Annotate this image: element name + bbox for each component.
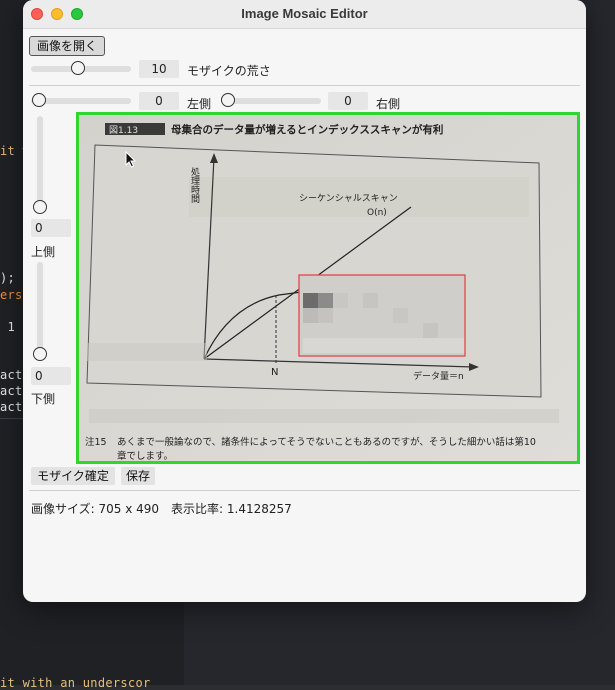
bottom-slider-track[interactable] — [37, 262, 43, 356]
bottom-value-field[interactable]: 0 — [31, 367, 71, 385]
page-photo: 図1.13 母集合のデータ量が増えるとインデックススキャンが有利 処理時間 シー… — [79, 115, 577, 461]
mosaic-slider-knob[interactable] — [71, 61, 85, 75]
figure-tag: 図1.13 — [109, 125, 138, 136]
save-button[interactable]: 保存 — [121, 467, 155, 485]
mosaic-area — [299, 275, 465, 356]
footnote-tag: 注15 — [85, 436, 107, 448]
divider — [29, 85, 580, 86]
y-axis-label: 処理時間 — [189, 166, 200, 204]
top-label: 上側 — [31, 245, 56, 259]
mosaic-label: モザイクの荒さ — [187, 64, 271, 78]
x-axis-label: データ量＝n — [413, 370, 464, 382]
image-canvas[interactable]: 図1.13 母集合のデータ量が増えるとインデックススキャンが有利 処理時間 シー… — [76, 112, 580, 464]
curve-label: シーケンシャルスキャン — [299, 193, 398, 204]
code-line: act — [0, 400, 23, 414]
left-value-field[interactable]: 0 — [139, 92, 179, 110]
left-slider-knob[interactable] — [32, 93, 46, 107]
top-value-field[interactable]: 0 — [31, 219, 71, 237]
window-title: Image Mosaic Editor — [241, 6, 368, 21]
open-image-button[interactable]: 画像を開く — [29, 36, 105, 56]
left-slider-track[interactable] — [31, 98, 131, 104]
bottom-slider-knob[interactable] — [33, 347, 47, 361]
top-slider-track[interactable] — [37, 116, 43, 210]
status-text: 画像サイズ: 705 x 490 表示比率: 1.4128257 — [31, 502, 292, 516]
title-bar[interactable]: Image Mosaic Editor — [23, 0, 586, 29]
x-mark: N — [271, 367, 278, 378]
code-line: act — [0, 368, 23, 382]
right-value-field[interactable]: 0 — [328, 92, 368, 110]
mosaic-value-field[interactable]: 10 — [139, 60, 179, 78]
app-window: Image Mosaic Editor 画像を開く 10 モザイクの荒さ 0 左… — [23, 0, 586, 602]
divider — [29, 490, 580, 491]
right-slider-knob[interactable] — [221, 93, 235, 107]
curve-sub: O(n) — [367, 208, 387, 218]
right-slider-track[interactable] — [221, 98, 321, 104]
code-line: it with an underscor — [0, 676, 151, 690]
right-label: 右側 — [376, 97, 401, 111]
left-label: 左側 — [187, 97, 212, 111]
footnote: あくまで一般論なので、諸条件によってそうでないこともあるのですが、そうした細かい… — [117, 436, 536, 448]
bottom-label: 下側 — [31, 392, 56, 406]
code-line: act — [0, 384, 23, 398]
mouse-cursor-icon — [125, 151, 137, 168]
figure-heading: 母集合のデータ量が増えるとインデックススキャンが有利 — [171, 123, 443, 136]
code-line: ); — [0, 271, 16, 285]
confirm-mosaic-button[interactable]: モザイク確定 — [31, 467, 115, 485]
top-slider-knob[interactable] — [33, 200, 47, 214]
footnote-cont: 章でします。 — [117, 450, 173, 461]
